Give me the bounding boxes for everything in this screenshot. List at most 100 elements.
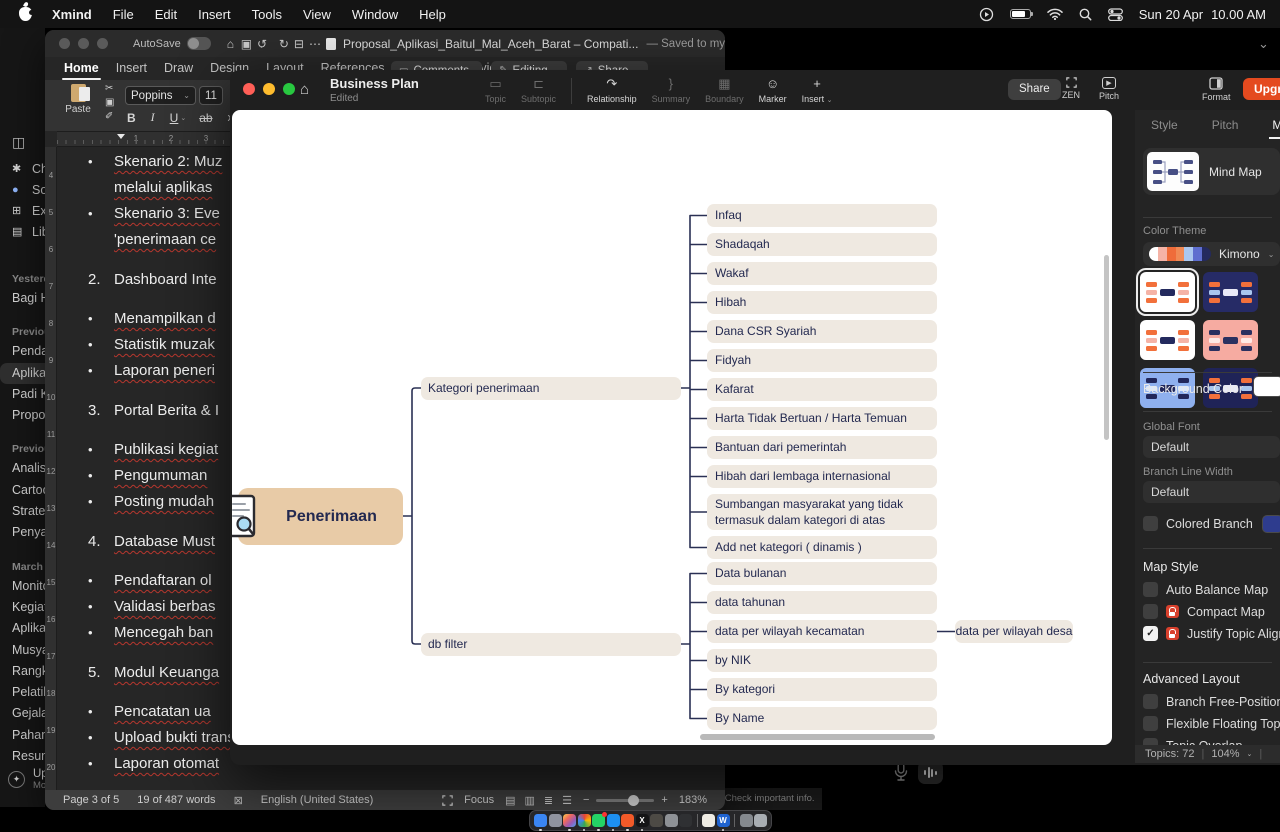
- menu-item[interactable]: File: [113, 7, 134, 22]
- chat-history-item[interactable]: Pelatiha: [0, 682, 45, 703]
- menu-item[interactable]: View: [303, 7, 331, 22]
- checkbox[interactable]: [1143, 716, 1158, 731]
- control-center-icon[interactable]: [1108, 8, 1123, 21]
- menu-app-name[interactable]: Xmind: [52, 7, 92, 22]
- zen-mode-button[interactable]: ZEN: [1062, 77, 1080, 100]
- chat-history-item[interactable]: Musyaw: [0, 640, 45, 661]
- subtopic[interactable]: Harta Tidak Bertuan / Harta Temuan: [707, 407, 937, 430]
- mindmap-canvas[interactable]: Penerimaan Kategori penerimaan db filter…: [232, 110, 1112, 745]
- theme-thumbnail[interactable]: [1203, 320, 1258, 360]
- vertical-scrollbar[interactable]: [1104, 255, 1109, 440]
- dock-app-icon[interactable]: X: [636, 814, 649, 827]
- subtopic[interactable]: Hibah: [707, 291, 937, 314]
- sidebar-nav-item[interactable]: ▤ Library: [0, 221, 45, 242]
- dock-app-icon[interactable]: [534, 814, 547, 827]
- background-color-swatch[interactable]: [1253, 376, 1280, 397]
- checkbox[interactable]: [1143, 604, 1158, 619]
- menu-item[interactable]: Help: [419, 7, 446, 22]
- subtopic[interactable]: Hibah dari lembaga internasional: [707, 465, 937, 488]
- topic-kategori-penerimaan[interactable]: Kategori penerimaan: [421, 377, 681, 400]
- window-controls[interactable]: [243, 83, 295, 95]
- theme-thumbnail[interactable]: [1140, 320, 1195, 360]
- view-mode-icon[interactable]: ▥: [524, 794, 534, 807]
- central-topic[interactable]: Penerimaan: [238, 488, 403, 545]
- ribbon-tab[interactable]: Home: [64, 57, 99, 80]
- apple-menu-icon[interactable]: [19, 7, 32, 21]
- autosave-toggle[interactable]: [187, 37, 211, 50]
- sidebar-nav-item[interactable]: ● Sora: [0, 179, 45, 200]
- chat-history-item[interactable]: Previous: [0, 438, 45, 458]
- topic-db-filter[interactable]: db filter: [421, 633, 681, 656]
- word-count[interactable]: 19 of 487 words: [137, 794, 215, 806]
- dock-app-icon[interactable]: [549, 814, 562, 827]
- chat-history-item[interactable]: Pendafta: [0, 341, 45, 362]
- subtopic[interactable]: By Name: [707, 707, 937, 730]
- advanced-layout-option[interactable]: Topic Overlap: [1143, 738, 1280, 745]
- ribbon-tab[interactable]: Insert: [116, 57, 147, 80]
- map-style-option[interactable]: Justify Topic Alignment: [1143, 626, 1280, 641]
- clipboard-tool-icon[interactable]: ✂: [105, 83, 114, 94]
- menu-item[interactable]: Insert: [198, 7, 231, 22]
- xmind-tool-button[interactable]: ▦ Boundary: [705, 76, 744, 104]
- panel-tab[interactable]: Map: [1272, 118, 1280, 139]
- chat-history-item[interactable]: Padi Ken: [0, 384, 45, 405]
- dock-app-icon[interactable]: [650, 814, 663, 827]
- chat-history-item[interactable]: Aplikasi: [0, 618, 45, 639]
- chat-history-item[interactable]: Paham A: [0, 725, 45, 746]
- paste-button[interactable]: Paste: [58, 84, 98, 127]
- dock-app-icon[interactable]: [754, 814, 767, 827]
- chat-history-item[interactable]: Gejala: [0, 703, 45, 724]
- window-controls[interactable]: [45, 38, 108, 49]
- subtopic[interactable]: Fidyah: [707, 349, 937, 372]
- share-button[interactable]: Share: [1008, 79, 1061, 100]
- dock-app-icon[interactable]: [665, 814, 678, 827]
- chat-history-item[interactable]: Rangkai: [0, 661, 45, 682]
- menu-item[interactable]: Tools: [252, 7, 282, 22]
- chat-history-item[interactable]: Strategi: [0, 501, 45, 522]
- view-mode-icon[interactable]: ≣: [544, 794, 553, 807]
- map-title[interactable]: Business Plan: [330, 76, 419, 91]
- horizontal-scrollbar[interactable]: [700, 734, 935, 740]
- subtopic[interactable]: Add net kategori ( dinamis ): [707, 536, 937, 559]
- sidebar-toggle-icon[interactable]: ◫: [12, 134, 25, 151]
- branch-color-swatch[interactable]: [1262, 515, 1280, 533]
- format-panel-button[interactable]: Format: [1202, 77, 1231, 102]
- zoom-level[interactable]: 183%: [679, 794, 707, 806]
- subtopic[interactable]: Infaq: [707, 204, 937, 227]
- structure-card[interactable]: Mind Map: [1143, 148, 1280, 195]
- subtopic[interactable]: Dana CSR Syariah: [707, 320, 937, 343]
- dock-app-icon[interactable]: [679, 814, 692, 827]
- menubar-date[interactable]: Sun 20 Apr: [1139, 7, 1203, 22]
- dock-app-icon[interactable]: W: [717, 814, 730, 827]
- subtopic[interactable]: Bantuan dari pemerintah: [707, 436, 937, 459]
- menubar-time[interactable]: 10.00 AM: [1211, 7, 1266, 22]
- proofing-icon[interactable]: ⊠: [234, 794, 243, 807]
- subtopic[interactable]: Sumbangan masyarakat yang tidak termasuk…: [707, 494, 937, 530]
- view-mode-icon[interactable]: ▤: [505, 794, 515, 807]
- dock-app-icon[interactable]: [621, 814, 634, 827]
- subtopic[interactable]: By kategori: [707, 678, 937, 701]
- chat-history-item[interactable]: Bagi Has: [0, 288, 45, 309]
- chat-history-item[interactable]: Aplikasi: [0, 363, 45, 384]
- sidebar-nav-item[interactable]: ✱ ChatGPT: [0, 158, 45, 179]
- font-size-select[interactable]: 11: [199, 86, 223, 105]
- subtopic[interactable]: by NIK: [707, 649, 937, 672]
- battery-icon[interactable]: [1010, 9, 1031, 19]
- document-search-sticker-icon[interactable]: [232, 494, 256, 543]
- checkbox[interactable]: [1143, 694, 1158, 709]
- colored-branch-row[interactable]: Colored Branch: [1143, 516, 1253, 531]
- titlebar-tool-icon[interactable]: ⊟: [294, 37, 295, 51]
- dock-app-icon[interactable]: [697, 814, 698, 827]
- chat-history-item[interactable]: Resume: [0, 746, 45, 767]
- titlebar-tool-icon[interactable]: ↺⌄: [257, 37, 265, 51]
- chat-history-item[interactable]: Previous: [0, 321, 45, 341]
- indent-marker[interactable]: [117, 134, 125, 139]
- branch-width-select[interactable]: Default: [1143, 481, 1280, 503]
- subtopic[interactable]: Shadaqah: [707, 233, 937, 256]
- dock-app-icon[interactable]: [607, 814, 620, 827]
- theme-thumbnail[interactable]: [1203, 272, 1258, 312]
- upgrade-plan-item[interactable]: ✦ Upgrade More: [8, 768, 45, 791]
- menu-item[interactable]: Window: [352, 7, 398, 22]
- chat-history-item[interactable]: Yesterday: [0, 268, 45, 288]
- checkbox[interactable]: [1143, 738, 1158, 745]
